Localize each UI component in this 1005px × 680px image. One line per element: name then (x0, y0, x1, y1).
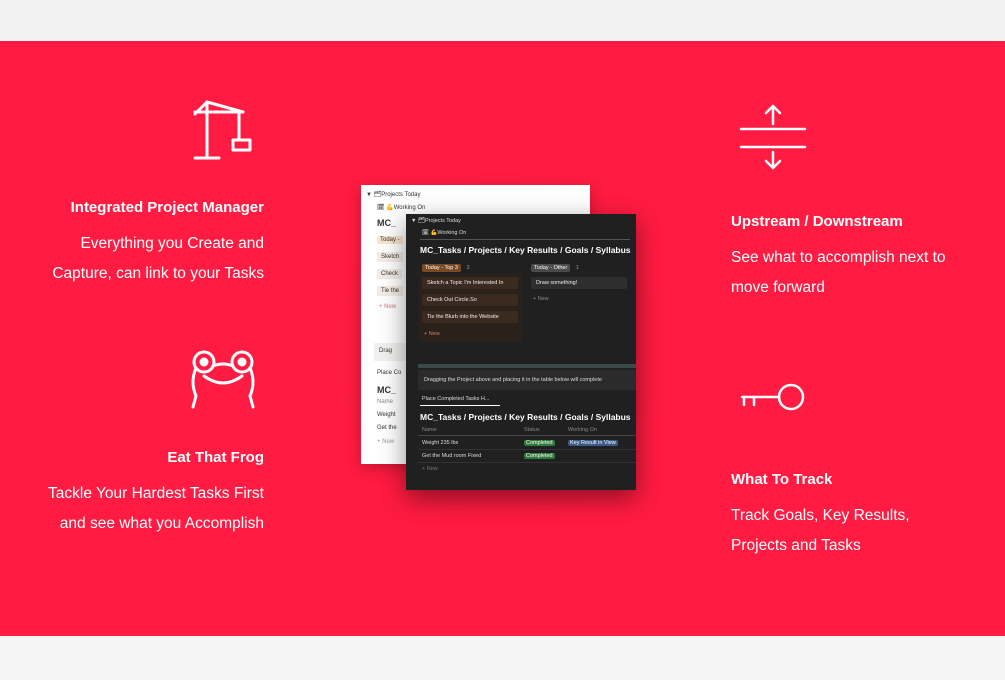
projects-toggle: ▼ 🗂Projects Today (366, 192, 421, 198)
feature-title: Integrated Project Manager (70, 199, 264, 216)
table-row: Weight (377, 412, 396, 418)
board-card[interactable]: Sketch a Topic I'm Interested In (422, 277, 518, 289)
database-heading: MC_Tasks / Projects / Key Results / Goal… (420, 412, 631, 422)
table-row-name[interactable]: Get the Mud room Fixed (422, 453, 481, 459)
projects-toggle: ▼ 🗂Projects Today (411, 218, 461, 224)
top-band (0, 0, 1005, 41)
feature-description-line: Track Goals, Key Results, (731, 507, 910, 524)
status-badge: Completed (524, 453, 555, 459)
feature-description-line: See what to accomplish next to (731, 249, 946, 266)
board-card[interactable]: Draw something! (531, 277, 627, 289)
column-header: Name (377, 399, 394, 405)
column-label: Today - (377, 236, 403, 244)
board-card: Check (377, 269, 403, 279)
new-button[interactable]: + New (424, 331, 440, 337)
feature-title: What To Track (731, 471, 833, 488)
board-column-header: Today - Other 1 (531, 264, 579, 272)
status-pill: Completed (524, 440, 555, 446)
divider (418, 449, 636, 450)
board-card: Sketch (377, 252, 404, 262)
column-header: Working On (568, 427, 597, 433)
column-label: Today - Top 3 (422, 264, 461, 272)
feature-description-line: and see what you Accomplish (59, 514, 264, 532)
feature-description: Track Goals, Key Results, Projects and T… (731, 501, 910, 560)
bottom-band (0, 636, 1005, 680)
database-heading: MC_ (377, 385, 397, 395)
feature-title: Eat That Frog (167, 449, 264, 466)
new-button: + New (377, 439, 395, 445)
divider (418, 364, 636, 368)
view-tab: 🗓 💪Working On (377, 205, 426, 211)
board-column-header: Today - Top 3 3 (422, 264, 470, 272)
relation-pill: Key Result in View (568, 440, 618, 446)
column-header: Status (524, 427, 540, 433)
relation-badge: Key Result in View (568, 440, 618, 446)
feature-description-line: move forward (731, 278, 825, 296)
table-row-name[interactable]: Weight 235 lbs (422, 440, 458, 446)
crane-icon (193, 98, 255, 162)
new-button[interactable]: + New (533, 296, 549, 302)
callout-text: Drag (379, 348, 393, 354)
new-button: + New (379, 304, 397, 310)
feature-description: Tackle Your Hardest Tasks First and see … (48, 479, 264, 538)
callout-text: Dragging the Project above and placing i… (424, 377, 602, 383)
board-card[interactable]: Tie the Blurb into the Website (422, 311, 518, 323)
database-heading: MC_Tasks / Projects / Key Results / Goal… (420, 245, 631, 255)
feature-description-line: Projects and Tasks (731, 536, 861, 554)
new-button[interactable]: + New (422, 466, 438, 472)
feature-description: Everything you Create and Capture, can l… (52, 229, 264, 288)
feature-description-line: Everything you Create and (80, 235, 264, 252)
table-row: Get the (377, 425, 397, 431)
frog-icon (190, 346, 258, 410)
column-count: 3 (466, 265, 470, 271)
view-tab: 🗓 💪Working On (422, 230, 467, 236)
screenshot-dark: ▼ 🗂Projects Today 🗓 💪Working On MC_Tasks… (406, 214, 636, 490)
view-tab: Place Completed Tasks H... (422, 396, 490, 402)
status-badge: Completed (524, 440, 555, 446)
tab-underline (420, 405, 500, 406)
view-tab: Place Co (377, 370, 402, 376)
board-card: Tie the (377, 286, 404, 296)
column-count: 1 (575, 265, 579, 271)
feature-title: Upstream / Downstream (731, 213, 903, 230)
status-pill: Completed (524, 453, 555, 459)
key-icon (740, 382, 806, 412)
feature-description-line: Capture, can link to your Tasks (52, 264, 264, 282)
feature-description-line: Tackle Your Hardest Tasks First (48, 485, 264, 502)
board-card[interactable]: Check Out Circle.So (422, 294, 518, 306)
feature-description: See what to accomplish next to move forw… (731, 243, 946, 302)
divider (420, 239, 630, 240)
upstream-downstream-icon (739, 104, 807, 170)
divider (418, 435, 636, 436)
divider (418, 462, 636, 463)
column-header: Name (422, 427, 437, 433)
database-heading: MC_ (377, 218, 397, 228)
column-label: Today - Other (531, 264, 571, 272)
